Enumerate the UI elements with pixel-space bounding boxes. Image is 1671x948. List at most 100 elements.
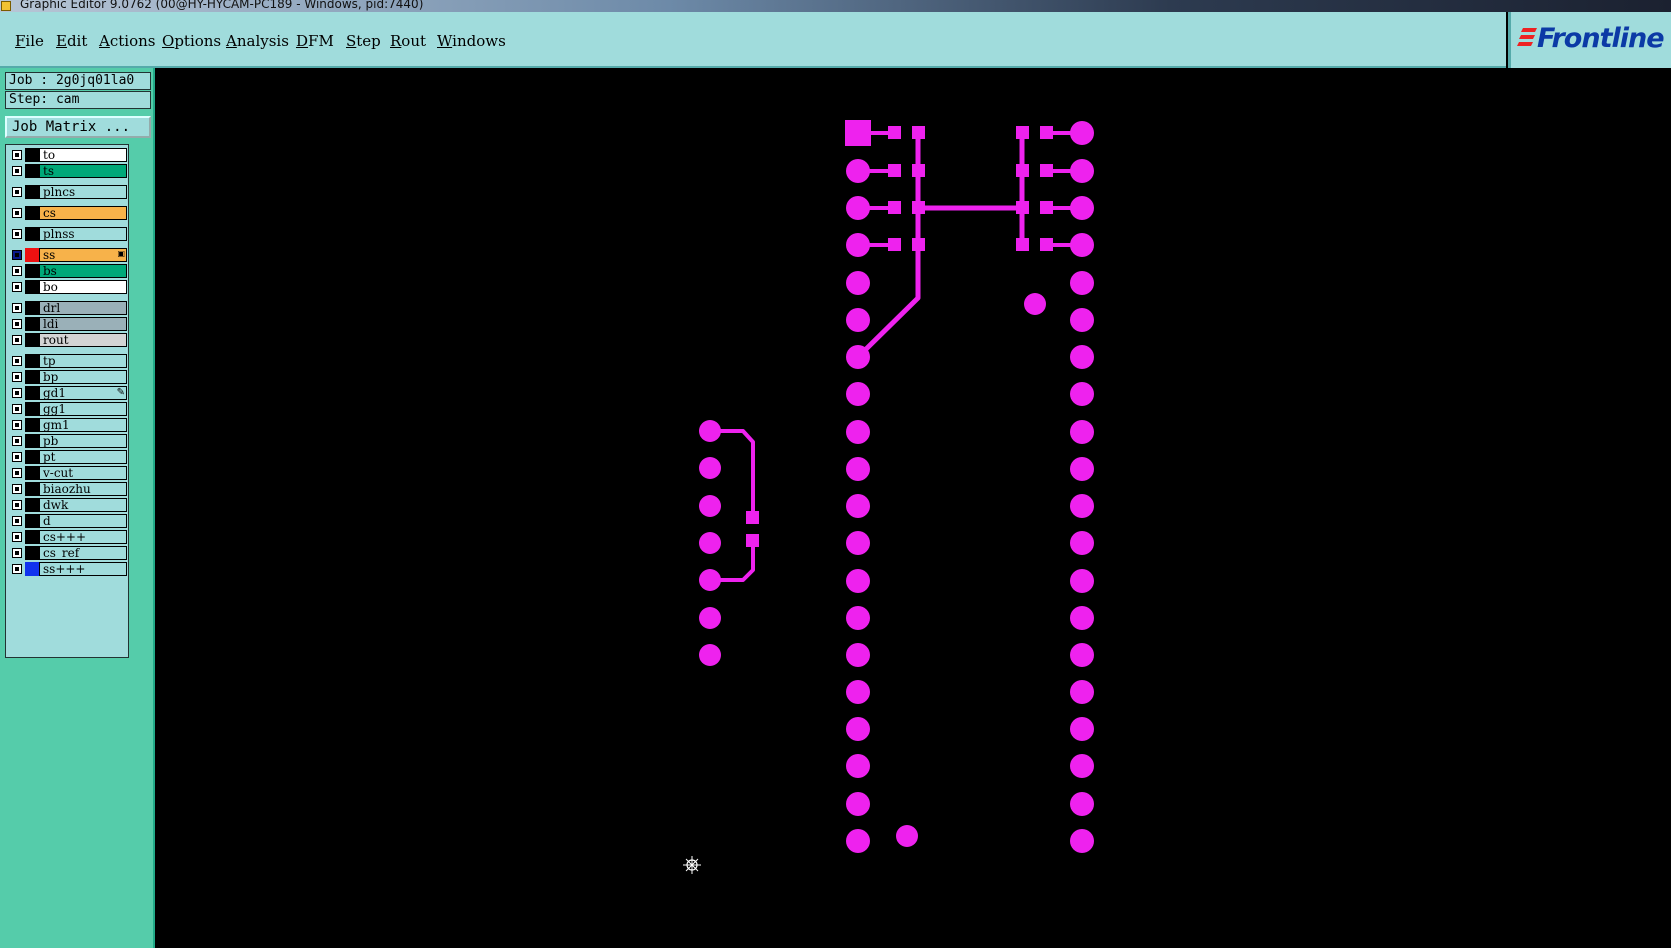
layer-checkbox[interactable] bbox=[12, 319, 22, 329]
layer-name[interactable]: ss bbox=[39, 248, 127, 262]
layer-name[interactable]: dwk bbox=[39, 498, 127, 512]
layer-color-swatch[interactable] bbox=[25, 148, 39, 162]
layer-row-bs[interactable]: bs bbox=[9, 264, 127, 278]
layer-checkbox[interactable] bbox=[12, 250, 22, 260]
layer-name[interactable]: gd1 bbox=[39, 386, 127, 400]
layer-color-swatch[interactable] bbox=[25, 402, 39, 416]
layer-row-plnss[interactable]: plnss bbox=[9, 227, 127, 241]
menu-rout[interactable]: Rout bbox=[390, 32, 426, 50]
layer-name[interactable]: biaozhu bbox=[39, 482, 127, 496]
layer-color-swatch[interactable] bbox=[25, 227, 39, 241]
layer-color-swatch[interactable] bbox=[25, 164, 39, 178]
layer-color-swatch[interactable] bbox=[25, 450, 39, 464]
layer-color-swatch[interactable] bbox=[25, 434, 39, 448]
menu-windows[interactable]: Windows bbox=[437, 32, 506, 50]
layer-checkbox[interactable] bbox=[12, 484, 22, 494]
layer-name[interactable]: drl bbox=[39, 301, 127, 315]
layer-name[interactable]: ts bbox=[39, 164, 127, 178]
layer-name[interactable]: cs bbox=[39, 206, 127, 220]
layer-name[interactable]: pb bbox=[39, 434, 127, 448]
layer-color-swatch[interactable] bbox=[25, 498, 39, 512]
layer-row-ldi[interactable]: ldi bbox=[9, 317, 127, 331]
layer-row-drl[interactable]: drl bbox=[9, 301, 127, 315]
layer-name[interactable]: bo bbox=[39, 280, 127, 294]
layer-row-gg1[interactable]: gg1 bbox=[9, 402, 127, 416]
layer-checkbox[interactable] bbox=[12, 187, 22, 197]
layer-row-dwk[interactable]: dwk bbox=[9, 498, 127, 512]
layer-name[interactable]: bp bbox=[39, 370, 127, 384]
layer-name[interactable]: rout bbox=[39, 333, 127, 347]
layer-row-ss+++[interactable]: ss+++ bbox=[9, 562, 127, 576]
layer-checkbox[interactable] bbox=[12, 282, 22, 292]
layer-checkbox[interactable] bbox=[12, 532, 22, 542]
layer-checkbox[interactable] bbox=[12, 229, 22, 239]
layer-row-bo[interactable]: bo bbox=[9, 280, 127, 294]
layer-color-swatch[interactable] bbox=[25, 370, 39, 384]
layer-checkbox[interactable] bbox=[12, 452, 22, 462]
menu-dfm[interactable]: DFM bbox=[296, 32, 334, 50]
layer-row-v-cut[interactable]: v-cut bbox=[9, 466, 127, 480]
layer-checkbox[interactable] bbox=[12, 208, 22, 218]
layer-row-gd1[interactable]: gd1 ✎ bbox=[9, 386, 127, 400]
window-title-bar[interactable]: Graphic Editor 9.0762 (00@HY-HYCAM-PC189… bbox=[0, 0, 1671, 12]
graphic-canvas[interactable] bbox=[155, 70, 1671, 948]
layer-checkbox[interactable] bbox=[12, 500, 22, 510]
layer-name[interactable]: ldi bbox=[39, 317, 127, 331]
layer-checkbox[interactable] bbox=[12, 436, 22, 446]
layer-row-pt[interactable]: pt bbox=[9, 450, 127, 464]
layer-color-swatch[interactable] bbox=[25, 264, 39, 278]
menu-analysis[interactable]: Analysis bbox=[226, 32, 289, 50]
layer-row-tp[interactable]: tp bbox=[9, 354, 127, 368]
layer-color-swatch[interactable] bbox=[25, 466, 39, 480]
layer-checkbox[interactable] bbox=[12, 266, 22, 276]
layer-row-biaozhu[interactable]: biaozhu bbox=[9, 482, 127, 496]
layer-row-pb[interactable]: pb bbox=[9, 434, 127, 448]
layer-color-swatch[interactable] bbox=[25, 482, 39, 496]
layer-name[interactable]: cs+++ bbox=[39, 530, 127, 544]
layer-color-swatch[interactable] bbox=[25, 354, 39, 368]
layer-color-swatch[interactable] bbox=[25, 248, 39, 262]
layer-row-cs[interactable]: cs bbox=[9, 206, 127, 220]
layer-color-swatch[interactable] bbox=[25, 562, 39, 576]
layer-name[interactable]: plncs bbox=[39, 185, 127, 199]
layer-color-swatch[interactable] bbox=[25, 514, 39, 528]
layer-name[interactable]: ss+++ bbox=[39, 562, 127, 576]
layer-checkbox[interactable] bbox=[12, 150, 22, 160]
layer-color-swatch[interactable] bbox=[25, 280, 39, 294]
layer-name[interactable]: cs_ref bbox=[39, 546, 127, 560]
menu-edit[interactable]: Edit bbox=[56, 32, 87, 50]
layer-row-ss[interactable]: ss ▣ bbox=[9, 248, 127, 262]
layer-name[interactable]: plnss bbox=[39, 227, 127, 241]
layer-color-swatch[interactable] bbox=[25, 317, 39, 331]
layer-name[interactable]: d bbox=[39, 514, 127, 528]
layer-name[interactable]: to bbox=[39, 148, 127, 162]
layer-row-d[interactable]: d bbox=[9, 514, 127, 528]
layer-checkbox[interactable] bbox=[12, 166, 22, 176]
layer-row-bp[interactable]: bp bbox=[9, 370, 127, 384]
layer-row-ts[interactable]: ts bbox=[9, 164, 127, 178]
layer-name[interactable]: tp bbox=[39, 354, 127, 368]
layer-color-swatch[interactable] bbox=[25, 333, 39, 347]
layer-color-swatch[interactable] bbox=[25, 206, 39, 220]
layer-name[interactable]: bs bbox=[39, 264, 127, 278]
layer-row-cs+++[interactable]: cs+++ bbox=[9, 530, 127, 544]
menu-options[interactable]: Options bbox=[162, 32, 221, 50]
layer-color-swatch[interactable] bbox=[25, 301, 39, 315]
layer-checkbox[interactable] bbox=[12, 372, 22, 382]
layer-checkbox[interactable] bbox=[12, 468, 22, 478]
layer-checkbox[interactable] bbox=[12, 388, 22, 398]
layer-name[interactable]: pt bbox=[39, 450, 127, 464]
layer-row-cs_ref[interactable]: cs_ref bbox=[9, 546, 127, 560]
layer-name[interactable]: gm1 bbox=[39, 418, 127, 432]
layer-color-swatch[interactable] bbox=[25, 185, 39, 199]
layer-color-swatch[interactable] bbox=[25, 546, 39, 560]
menu-file[interactable]: File bbox=[15, 32, 44, 50]
layer-checkbox[interactable] bbox=[12, 516, 22, 526]
layer-color-swatch[interactable] bbox=[25, 418, 39, 432]
layer-checkbox[interactable] bbox=[12, 335, 22, 345]
layer-row-gm1[interactable]: gm1 bbox=[9, 418, 127, 432]
layer-name[interactable]: gg1 bbox=[39, 402, 127, 416]
menu-actions[interactable]: Actions bbox=[99, 32, 155, 50]
layer-row-plncs[interactable]: plncs bbox=[9, 185, 127, 199]
pcb-view[interactable] bbox=[155, 70, 1671, 948]
